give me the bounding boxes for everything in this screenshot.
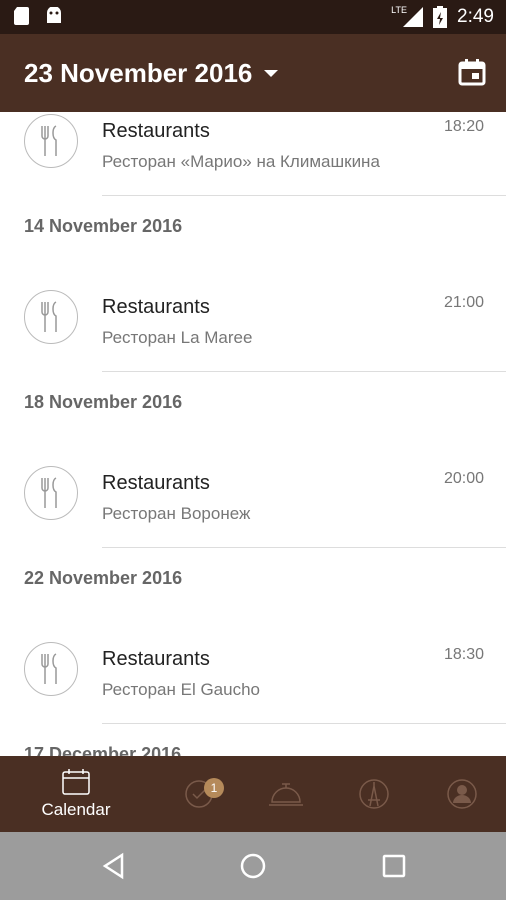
list-item[interactable]: Restaurants Ресторан La Maree 21:00 [0,262,506,372]
nav-city[interactable] [346,756,402,832]
restaurant-avatar [24,642,78,696]
list-item[interactable]: Restaurants Ресторан Воронеж 20:00 [0,438,506,548]
tasks-badge: 1 [204,778,224,798]
date-selector[interactable]: 23 November 2016 [24,58,279,89]
divider [102,722,506,724]
divider [102,370,506,372]
event-category: Restaurants [102,648,210,670]
nav-tasks[interactable]: 1 [172,756,226,832]
calendar-icon [62,769,90,795]
cutlery-icon [41,125,57,156]
cutlery-icon [41,301,57,332]
caret-down-icon [264,70,279,77]
date-header: 14 November 2016 [0,196,506,262]
nav-profile[interactable] [434,756,490,832]
event-time: 18:20 [443,118,484,135]
event-category: Restaurants [102,120,210,142]
home-button[interactable] [239,852,267,880]
calendar-icon [458,59,486,86]
back-button[interactable] [100,852,128,880]
landmark-icon [359,779,389,809]
event-category: Restaurants [102,472,210,494]
restaurant-avatar [24,114,78,168]
event-place: Ресторан Воронеж [102,504,251,523]
event-place: Ресторан El Gaucho [102,680,260,699]
event-time: 21:00 [443,294,484,311]
cutlery-icon [41,477,57,508]
network-type: LTE [391,5,408,15]
recents-button[interactable] [380,852,408,880]
date-header: 18 November 2016 [0,372,506,438]
divider [102,194,506,196]
sd-card-icon [14,7,29,25]
list-item[interactable]: Restaurants Ресторан El Gaucho 18:30 [0,614,506,724]
divider [102,546,506,548]
event-category: Restaurants [102,296,210,318]
event-time: 20:00 [443,470,484,487]
event-place: Ресторан «Марио» на Климашкина [102,152,380,171]
calendar-today-button[interactable] [458,58,486,86]
service-bell-icon [269,783,303,806]
restaurant-avatar [24,290,78,344]
cutlery-icon [41,653,57,684]
restaurant-avatar [24,466,78,520]
home-circle-icon [240,853,266,879]
android-icon [47,7,61,23]
bottom-nav: Calendar 1 [0,756,506,832]
list-item[interactable]: Restaurants Ресторан «Марио» на Климашки… [0,112,506,196]
date-header: 17 December 2016 [0,724,506,756]
nav-calendar[interactable]: Calendar [24,756,128,832]
clock: 2:49 [457,6,494,27]
event-feed[interactable]: Restaurants Ресторан «Марио» на Климашки… [0,112,506,756]
system-nav-bar [0,832,506,900]
recents-square-icon [382,854,406,878]
profile-icon [447,779,477,809]
date-header: 22 November 2016 [0,548,506,614]
app-bar: 23 November 2016 [0,34,506,112]
status-bar: LTE 2:49 [0,0,506,34]
page-title: 23 November 2016 [24,58,253,88]
nav-calendar-label: Calendar [41,800,111,819]
battery-icon [433,6,448,28]
event-place: Ресторан La Maree [102,328,253,347]
back-triangle-icon [102,852,124,880]
nav-concierge[interactable] [258,756,314,832]
event-time: 18:30 [443,646,484,663]
